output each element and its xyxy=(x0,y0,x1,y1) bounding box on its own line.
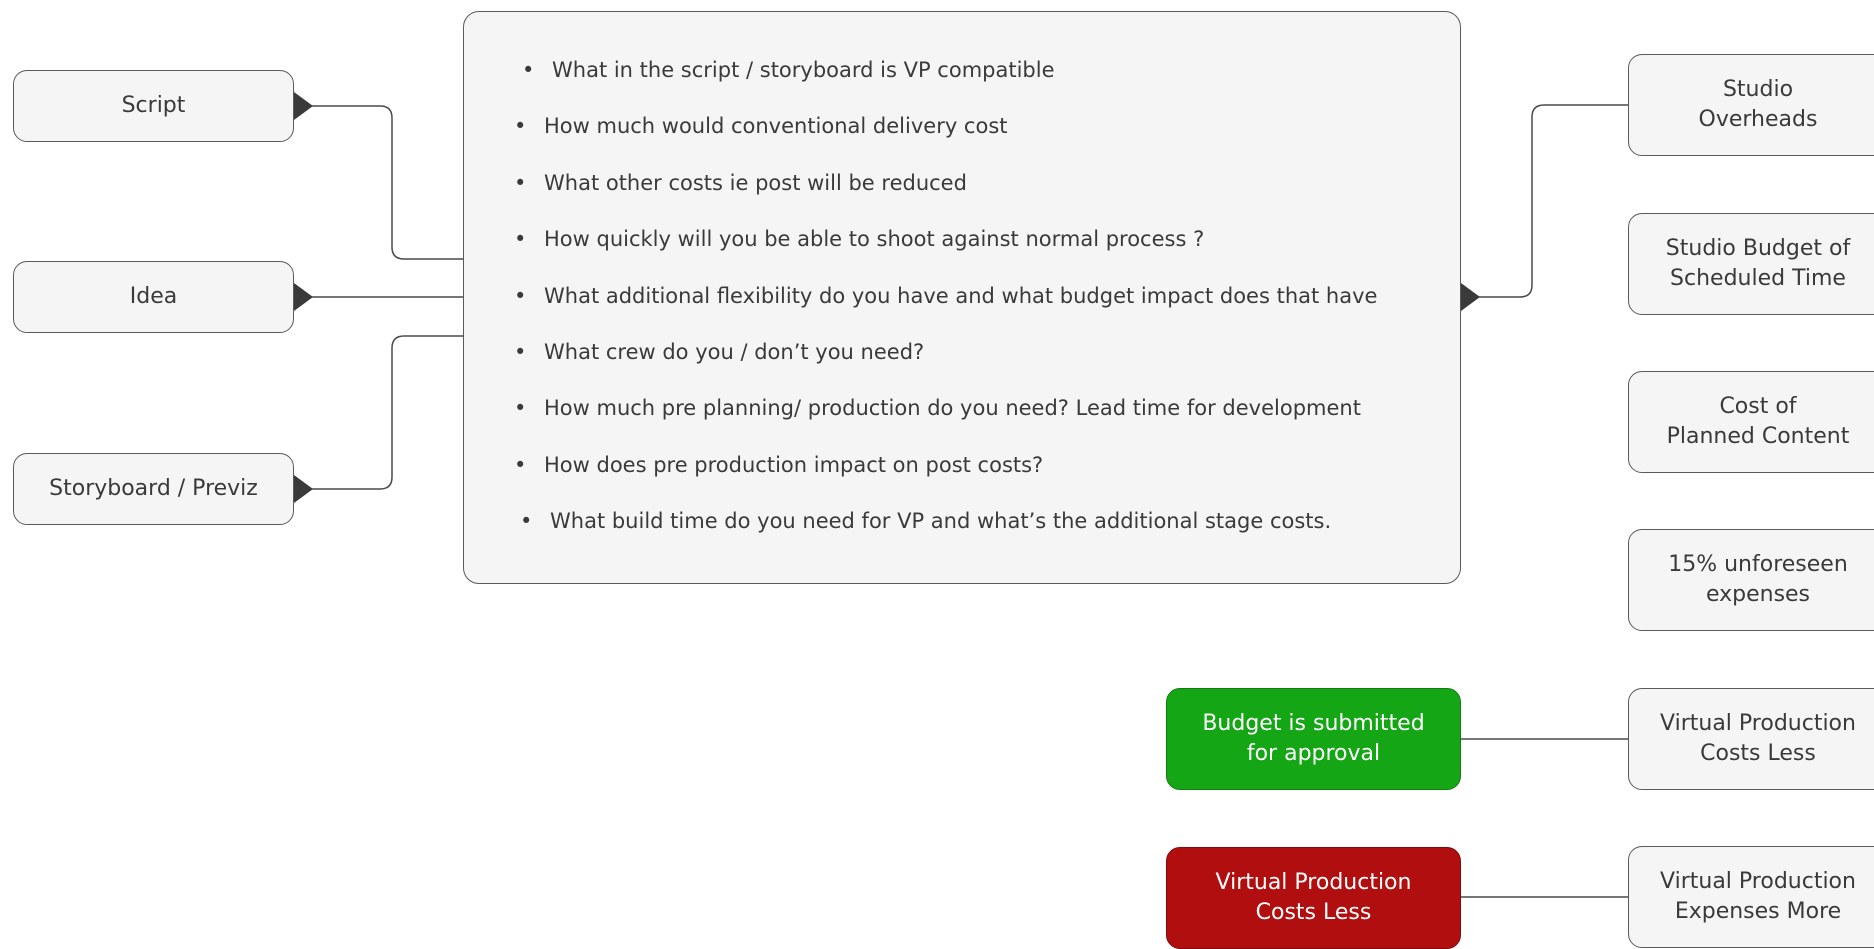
script-label: Script xyxy=(121,93,186,118)
script-node: Script xyxy=(13,70,294,142)
vp-expenses-more-node: Virtual Production Expenses More xyxy=(1628,846,1874,948)
question-item: • What other costs ie post will be reduce… xyxy=(514,171,967,195)
questions-box: • What in the script / storyboard is VP c… xyxy=(463,11,1461,584)
studio-budget-scheduled-node: Studio Budget of Scheduled Time xyxy=(1628,213,1874,315)
cost-planned-content-node: Cost of Planned Content xyxy=(1628,371,1874,473)
question-item: • How much would conventional delivery co… xyxy=(514,114,1008,138)
idea-label: Idea xyxy=(129,284,178,309)
connector-overheads xyxy=(1461,104,1628,298)
storyboard-label: Storyboard / Previz xyxy=(49,476,258,501)
arrowhead-idea-out xyxy=(294,283,313,311)
storyboard-node: Storyboard / Previz xyxy=(13,453,294,525)
arrowhead-main-out xyxy=(1461,283,1480,311)
idea-node: Idea xyxy=(13,261,294,333)
unforeseen-expenses-node: 15% unforeseen expenses xyxy=(1628,529,1874,631)
studio-overheads-node: Studio Overheads xyxy=(1628,54,1874,156)
connector-script xyxy=(294,105,463,260)
question-item: • How quickly will you be able to shoot a… xyxy=(514,227,1205,251)
question-item: • How much pre planning/ production do yo… xyxy=(514,396,1361,420)
question-item: • How does pre production impact on post … xyxy=(514,453,1044,477)
vp-costs-less-node: Virtual Production Costs Less xyxy=(1628,688,1874,790)
vp-costs-less-red-node: Virtual Production Costs Less xyxy=(1166,847,1461,949)
question-item: • What in the script / storyboard is VP c… xyxy=(522,58,1055,82)
arrowhead-storyboard-out xyxy=(294,475,313,503)
arrowhead-script-out xyxy=(294,92,313,120)
question-item: • What build time do you need for VP and … xyxy=(520,509,1332,533)
question-item: • What crew do you / don’t you need? xyxy=(514,340,925,364)
question-item: • What additional flexibility do you have… xyxy=(514,284,1378,308)
budget-approval-node: Budget is submitted for approval xyxy=(1166,688,1461,790)
connector-storyboard xyxy=(294,335,463,490)
